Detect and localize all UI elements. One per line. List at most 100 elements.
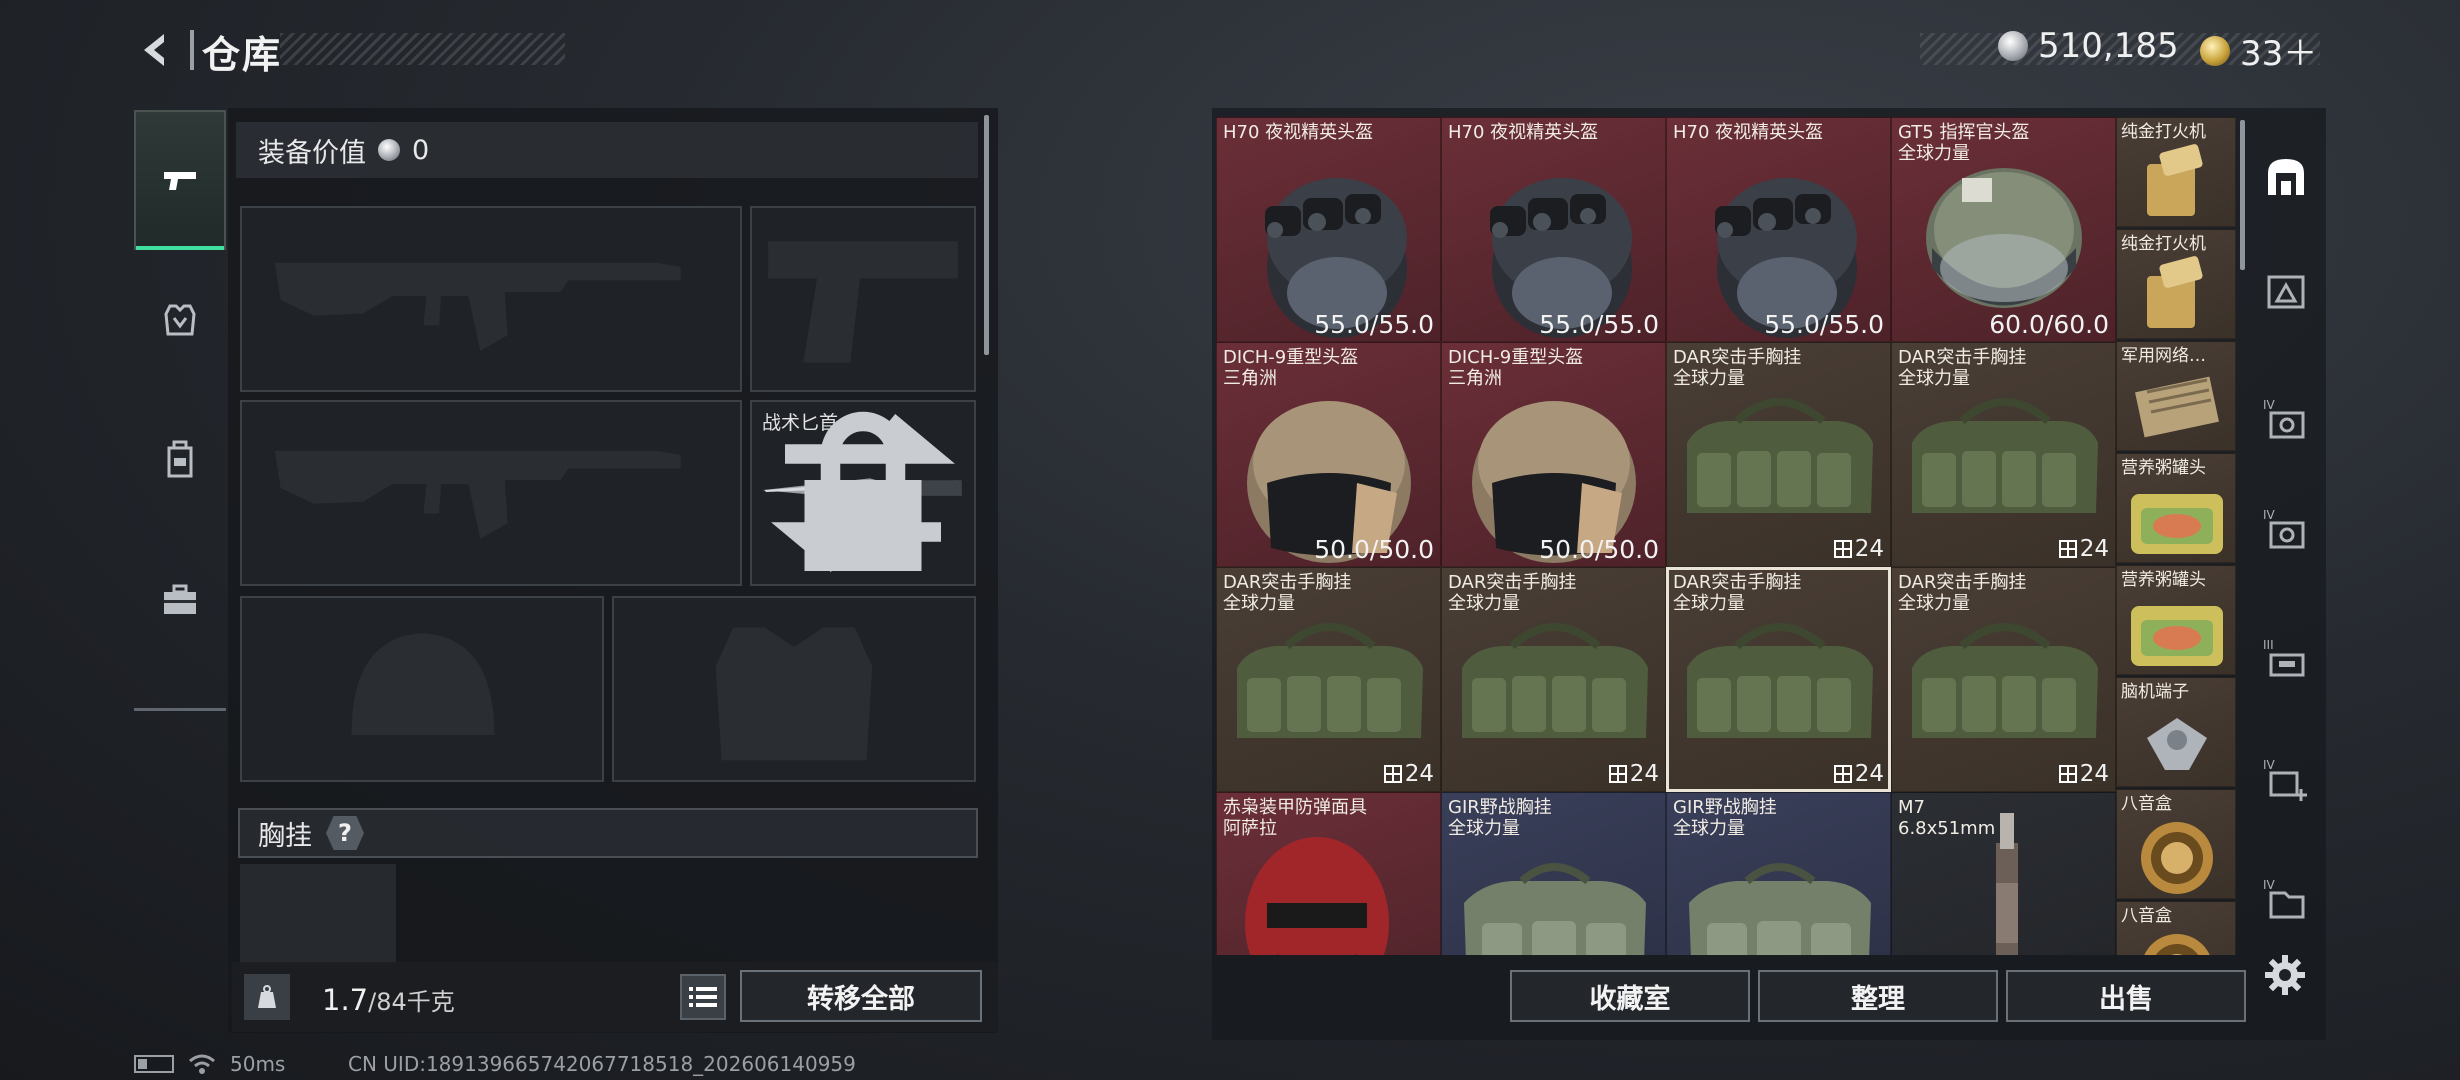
grid-capacity-icon — [1608, 765, 1627, 783]
helmet-slot[interactable] — [240, 596, 604, 782]
title-divider — [190, 30, 194, 70]
equipment-scrollbar[interactable] — [984, 115, 989, 355]
warehouse-iv-icon: IV — [2263, 398, 2305, 439]
item-name-line: 全球力量 — [1448, 593, 1520, 614]
tab-all-warehouses[interactable] — [2256, 146, 2316, 206]
tab-warehouse-III[interactable]: III — [2256, 630, 2316, 690]
item-name-line: DAR突击手胸挂 — [1673, 572, 1802, 593]
warehouse-add-icon: IV — [2263, 758, 2307, 801]
warehouse-item-cell[interactable]: H70 夜视精英头盔 55.0/55.0 — [1216, 117, 1441, 342]
item-name-line: DAR突击手胸挂 — [1898, 572, 2027, 593]
item-name-line: DAR突击手胸挂 — [1223, 572, 1352, 593]
warehouse-item-cell[interactable]: DAR突击手胸挂 全球力量 24 — [1666, 342, 1891, 567]
warehouse-item-cell[interactable]: DICH-9重型头盔 三角洲 50.0/50.0 — [1441, 342, 1666, 567]
warehouse-item-cell[interactable]: M7 6.8x51mm — [1891, 792, 2116, 955]
item-name-line: 全球力量 — [1673, 818, 1745, 839]
helmet-nvg-image — [1265, 178, 1407, 338]
item-name: DAR突击手胸挂 全球力量 — [1673, 347, 1801, 389]
item-name-line: DAR突击手胸挂 — [1673, 347, 1802, 368]
item-name: GT5 指挥官头盔 全球力量 — [1898, 122, 2029, 164]
silver-coin-icon — [378, 139, 400, 161]
tab-warehouse-IV-a[interactable]: IV — [2256, 390, 2316, 450]
durability-readout: 55.0/55.0 — [1314, 310, 1434, 339]
warehouse-item-cell[interactable]: DAR突击手胸挂 全球力量 24 — [1891, 567, 2116, 792]
warehouse-item-cell[interactable]: GT5 指挥官头盔 全球力量 60.0/60.0 — [1891, 117, 2116, 342]
item-name-line: GIR野战胸挂 — [1673, 797, 1777, 818]
item-name: GIR野战胸挂 全球力量 — [1448, 797, 1552, 839]
warehouse-small-item[interactable]: 八音盒 — [2116, 789, 2236, 899]
item-name-line: 赤枭装甲防弹面具 — [1223, 797, 1367, 818]
sell-button[interactable]: 出售 — [2006, 970, 2246, 1022]
warehouse-item-cell[interactable]: GIR野战胸挂 全球力量 — [1441, 792, 1666, 955]
warehouse-small-item[interactable]: 纯金打火机 — [2116, 229, 2236, 339]
item-name-line: 全球力量 — [1898, 368, 1970, 389]
side-tabs-divider — [134, 708, 226, 711]
transfer-all-button[interactable]: 转移全部 — [740, 970, 982, 1022]
back-button[interactable] — [128, 22, 184, 78]
chest-rig-slot[interactable] — [240, 864, 396, 964]
tab-warehouse-IV-add[interactable]: IV — [2256, 750, 2316, 810]
warehouse-small-item[interactable]: 营养粥罐头 — [2116, 565, 2236, 675]
warehouse-item-cell[interactable]: H70 夜视精英头盔 55.0/55.0 — [1666, 117, 1891, 342]
pistol-slot[interactable] — [750, 206, 976, 392]
item-name: DAR突击手胸挂 全球力量 — [1673, 572, 1801, 614]
item-name: 八音盒 — [2121, 794, 2172, 814]
item-name: 军用网络… — [2121, 346, 2206, 366]
warehouse-item-cell[interactable]: DICH-9重型头盔 三角洲 50.0/50.0 — [1216, 342, 1441, 567]
item-name-line: 全球力量 — [1223, 593, 1295, 614]
warehouse-item-cell[interactable]: DAR突击手胸挂 全球力量 24 — [1666, 567, 1891, 792]
capacity-value: 24 — [1629, 761, 1659, 787]
warehouse-item-cell[interactable]: H70 夜视精英头盔 55.0/55.0 — [1441, 117, 1666, 342]
item-name: M7 6.8x51mm — [1898, 797, 1995, 839]
item-name: 赤枭装甲防弹面具 阿萨拉 — [1223, 797, 1367, 839]
warehouse-small-item[interactable]: 纯金打火机 — [2116, 117, 2236, 227]
gold-currency[interactable]: 33＋ — [2200, 26, 2317, 75]
warehouse-item-cell[interactable]: DAR突击手胸挂 全球力量 24 — [1891, 342, 2116, 567]
item-name: 纯金打火机 — [2121, 122, 2206, 142]
item-name-line: 全球力量 — [1448, 818, 1520, 839]
warehouse-item-cell[interactable]: 赤枭装甲防弹面具 阿萨拉 — [1216, 792, 1441, 955]
item-name-line: DAR突击手胸挂 — [1898, 347, 2027, 368]
list-view-button[interactable] — [680, 974, 726, 1020]
tab-warehouse-IV-b[interactable]: IV — [2256, 500, 2316, 560]
primary-weapon-slot[interactable] — [240, 206, 742, 392]
warehouse-item-cell[interactable]: DAR突击手胸挂 全球力量 24 — [1216, 567, 1441, 792]
item-name-line: DAR突击手胸挂 — [1448, 572, 1577, 593]
warehouse-grid: H70 夜视精英头盔 55.0/55.0 H70 夜视精英头盔 55.0/55.0 … — [1216, 117, 2236, 955]
organize-button[interactable]: 整理 — [1758, 970, 1998, 1022]
warehouse-small-item[interactable]: 营养粥罐头 — [2116, 453, 2236, 563]
secondary-weapon-slot[interactable] — [240, 400, 742, 586]
item-name-line: GIR野战胸挂 — [1448, 797, 1552, 818]
tab-warehouse-IV-c[interactable]: IV — [2256, 870, 2316, 930]
warehouse-item-cell[interactable]: DAR突击手胸挂 全球力量 24 — [1441, 567, 1666, 792]
vest-silhouette-icon — [715, 627, 873, 761]
item-name: H70 夜视精英头盔 — [1448, 122, 1598, 143]
weight-current: 1.7 — [322, 983, 369, 1017]
tab-warehouse-1[interactable] — [2256, 260, 2316, 320]
help-icon[interactable]: ? — [326, 816, 364, 850]
item-name-line: 全球力量 — [1898, 143, 1970, 164]
tab-case[interactable] — [134, 530, 226, 670]
warehouse-scrollbar[interactable] — [2240, 120, 2245, 270]
warehouse-box-icon — [2267, 275, 2305, 309]
warehouse-small-item[interactable]: 八音盒 — [2116, 901, 2236, 955]
item-name: 营养粥罐头 — [2121, 570, 2206, 590]
tab-backpack[interactable] — [134, 390, 226, 530]
equipment-value-label: 装备价值 — [258, 137, 366, 169]
body-armor-slot[interactable] — [612, 596, 976, 782]
item-name: DAR突击手胸挂 全球力量 — [1898, 572, 2026, 614]
melee-slot[interactable]: 战术匕首 — [750, 400, 976, 586]
durability-readout: 55.0/55.0 — [1764, 310, 1884, 339]
warehouse-item-cell[interactable]: GIR野战胸挂 全球力量 — [1666, 792, 1891, 955]
item-name-line: 三角洲 — [1448, 368, 1502, 389]
collection-room-button[interactable]: 收藏室 — [1510, 970, 1750, 1022]
gold-amount: 33＋ — [2240, 34, 2318, 74]
tab-weapons[interactable] — [134, 110, 226, 250]
warehouse-small-item[interactable]: 军用网络… — [2116, 341, 2236, 451]
warehouse-small-item[interactable]: 脑机端子 — [2116, 677, 2236, 787]
pistol-icon — [164, 172, 196, 190]
rifle-silhouette-icon — [274, 450, 681, 539]
settings-gear-icon[interactable] — [2262, 952, 2308, 998]
tab-armor[interactable] — [134, 250, 226, 390]
chest-rig-section-header: 胸挂 ? — [238, 808, 978, 858]
